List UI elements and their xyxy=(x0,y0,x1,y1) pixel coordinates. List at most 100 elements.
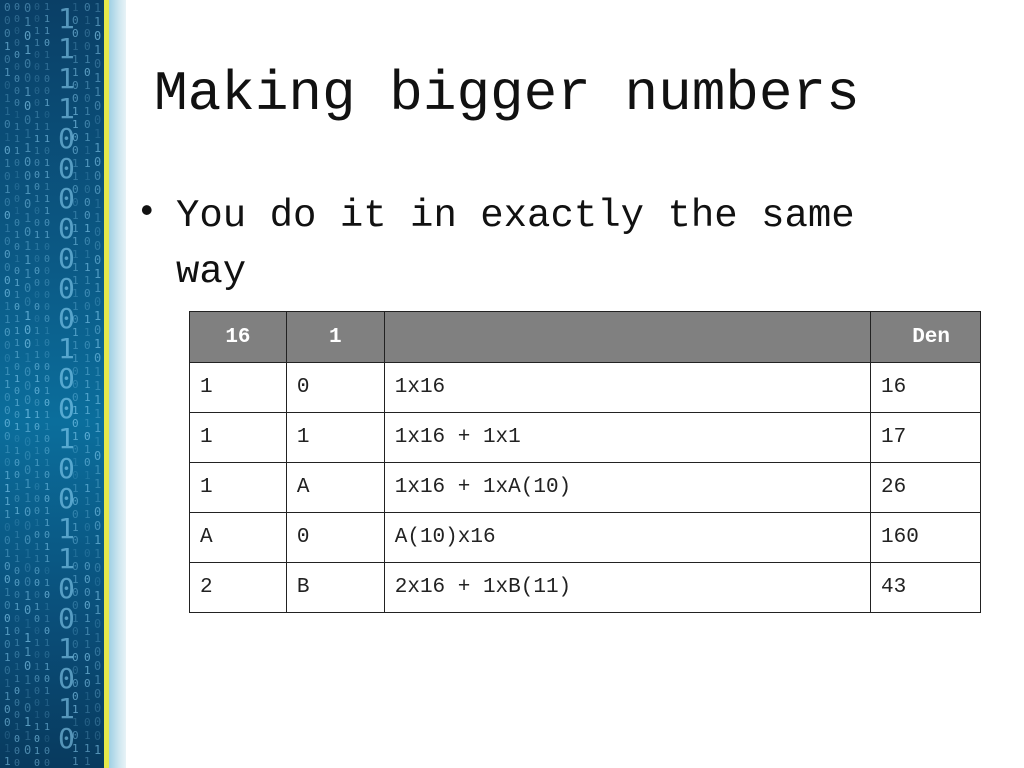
svg-text:0: 0 xyxy=(14,98,20,109)
svg-text:0: 0 xyxy=(14,710,20,721)
svg-text:0: 0 xyxy=(34,506,40,517)
svg-text:1: 1 xyxy=(72,573,79,586)
svg-text:0: 0 xyxy=(94,323,101,337)
svg-text:1: 1 xyxy=(4,131,11,144)
svg-text:0: 0 xyxy=(34,398,40,409)
svg-text:0: 0 xyxy=(34,650,40,661)
svg-text:0: 0 xyxy=(94,295,101,309)
svg-text:0: 0 xyxy=(44,278,50,289)
svg-text:1: 1 xyxy=(84,469,91,482)
svg-text:1: 1 xyxy=(14,482,20,493)
svg-text:0: 0 xyxy=(4,248,11,261)
svg-text:1: 1 xyxy=(94,393,101,407)
svg-text:1: 1 xyxy=(72,222,79,235)
svg-text:0: 0 xyxy=(44,494,50,505)
svg-text:0: 0 xyxy=(34,98,40,109)
svg-text:1: 1 xyxy=(34,194,40,205)
svg-text:0: 0 xyxy=(44,398,50,409)
svg-text:1: 1 xyxy=(34,542,40,553)
svg-text:0: 0 xyxy=(14,26,20,37)
svg-text:0: 0 xyxy=(4,287,11,300)
cell-ones: 0 xyxy=(285,362,385,413)
svg-text:0: 0 xyxy=(4,638,11,651)
svg-text:0: 0 xyxy=(72,638,79,651)
svg-text:1: 1 xyxy=(34,26,40,37)
svg-text:0: 0 xyxy=(34,734,40,745)
svg-text:0: 0 xyxy=(24,1,31,15)
svg-text:1: 1 xyxy=(84,443,91,456)
svg-text:0: 0 xyxy=(44,74,50,85)
svg-text:1: 1 xyxy=(84,274,91,287)
svg-text:0: 0 xyxy=(94,169,101,183)
svg-text:1: 1 xyxy=(72,612,79,625)
svg-text:0: 0 xyxy=(34,686,40,697)
svg-text:0: 0 xyxy=(72,508,79,521)
svg-text:1: 1 xyxy=(94,43,101,57)
svg-text:0: 0 xyxy=(72,131,79,144)
svg-text:0: 0 xyxy=(34,566,40,577)
table-row: 1 A 1x16 + 1xA(10) 26 xyxy=(189,462,981,513)
svg-text:0: 0 xyxy=(44,734,50,745)
svg-text:0: 0 xyxy=(4,53,11,66)
svg-text:0: 0 xyxy=(14,62,20,73)
svg-text:0: 0 xyxy=(94,183,101,197)
svg-text:1: 1 xyxy=(72,287,79,300)
svg-text:0: 0 xyxy=(44,590,50,601)
svg-text:0: 0 xyxy=(72,378,79,391)
svg-text:1: 1 xyxy=(84,495,91,508)
svg-text:0: 0 xyxy=(84,183,91,196)
svg-text:1: 1 xyxy=(44,578,50,589)
svg-text:1: 1 xyxy=(24,491,31,505)
svg-text:0: 0 xyxy=(34,482,40,493)
binary-digits-graphic: 0001010110101010010000011000110000101111… xyxy=(4,1,101,768)
cell-working: 1x16 + 1x1 xyxy=(383,412,872,463)
svg-text:0: 0 xyxy=(72,534,79,547)
svg-text:1: 1 xyxy=(34,602,40,613)
svg-text:1: 1 xyxy=(24,673,31,687)
svg-text:1: 1 xyxy=(44,542,50,553)
svg-text:1: 1 xyxy=(44,602,50,613)
svg-text:1: 1 xyxy=(72,248,79,261)
svg-text:0: 0 xyxy=(24,449,31,463)
svg-text:1: 1 xyxy=(44,458,50,469)
svg-text:0: 0 xyxy=(44,146,50,157)
svg-text:1: 1 xyxy=(84,248,91,261)
svg-text:0: 0 xyxy=(14,194,20,205)
svg-text:1: 1 xyxy=(94,673,101,687)
svg-text:1: 1 xyxy=(34,458,40,469)
svg-text:1: 1 xyxy=(94,211,101,225)
svg-text:1: 1 xyxy=(94,463,101,477)
svg-text:0: 0 xyxy=(84,677,91,690)
svg-text:0: 0 xyxy=(94,99,101,113)
svg-text:0: 0 xyxy=(44,362,50,373)
svg-text:0: 0 xyxy=(44,674,50,685)
svg-text:1: 1 xyxy=(34,518,40,529)
svg-text:1: 1 xyxy=(72,482,79,495)
svg-text:0: 0 xyxy=(94,519,101,533)
svg-text:0: 0 xyxy=(34,698,40,709)
svg-text:0: 0 xyxy=(14,758,20,768)
svg-text:0: 0 xyxy=(44,338,50,349)
svg-text:0: 0 xyxy=(4,274,11,287)
svg-text:0: 0 xyxy=(94,113,101,127)
svg-text:1: 1 xyxy=(84,131,91,144)
header-cell-16: 16 xyxy=(189,311,287,363)
svg-text:0: 0 xyxy=(94,729,101,743)
svg-text:1: 1 xyxy=(44,506,50,517)
svg-text:0: 0 xyxy=(24,575,31,589)
svg-text:1: 1 xyxy=(14,638,20,649)
svg-text:0: 0 xyxy=(34,290,40,301)
svg-text:0: 0 xyxy=(84,547,91,560)
svg-text:0: 0 xyxy=(4,703,11,716)
svg-text:1: 1 xyxy=(14,374,20,385)
svg-text:1: 1 xyxy=(84,417,91,430)
svg-text:1: 1 xyxy=(14,170,20,181)
svg-text:1: 1 xyxy=(24,43,31,57)
svg-text:1: 1 xyxy=(4,443,11,456)
svg-text:1: 1 xyxy=(94,85,101,99)
svg-text:1: 1 xyxy=(24,267,31,281)
cell-ones: 0 xyxy=(285,512,385,563)
svg-text:1: 1 xyxy=(4,313,11,326)
svg-text:1: 1 xyxy=(14,146,20,157)
svg-text:0: 0 xyxy=(72,27,79,40)
